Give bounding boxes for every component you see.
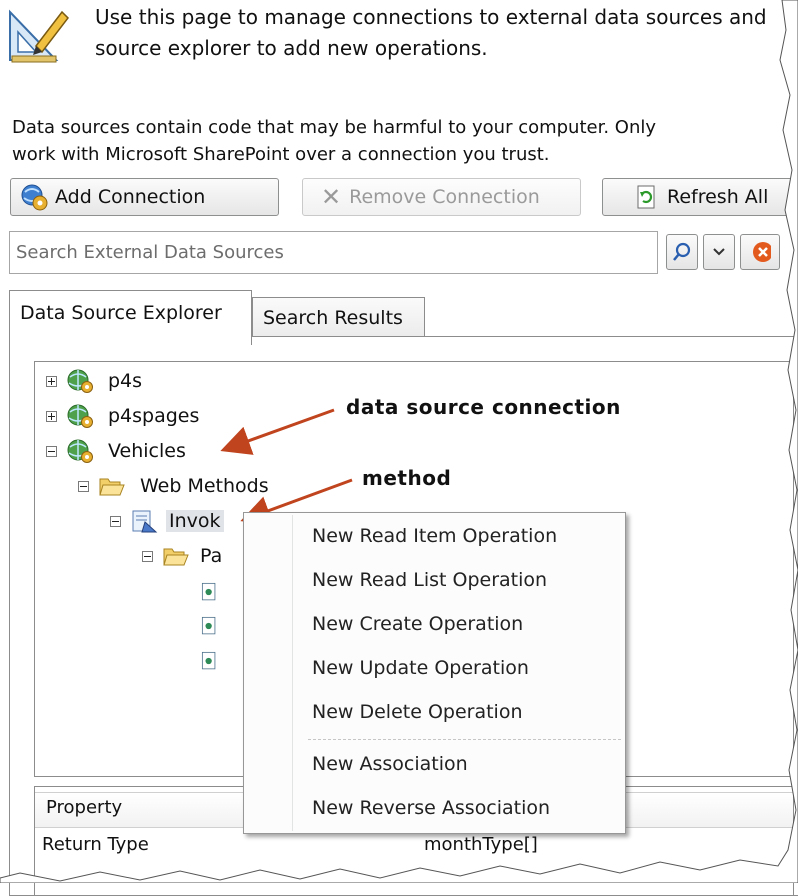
tree-node-label: Vehicles [108, 440, 186, 462]
tree-node-parameter[interactable] [200, 578, 236, 606]
annotation-method: method [362, 466, 452, 490]
menu-item-new-update-operation[interactable]: New Update Operation [312, 657, 529, 679]
tree-node-parameters[interactable]: Pa [142, 542, 222, 570]
folder-open-icon [99, 478, 125, 496]
tree-node-invoke[interactable]: Invok [110, 507, 224, 535]
document-icon [201, 582, 216, 601]
tree-node-label: p4s [108, 370, 143, 392]
remove-icon: ✕ [321, 183, 342, 211]
tree-node-web-methods[interactable]: Web Methods [78, 472, 269, 500]
collapse-icon[interactable] [46, 445, 57, 457]
expand-icon[interactable] [46, 410, 57, 422]
collapse-icon[interactable] [142, 550, 153, 562]
refresh-icon [637, 185, 655, 209]
tree-node-label: Web Methods [140, 475, 269, 497]
chevron-down-icon [713, 248, 725, 256]
refresh-all-label: Refresh All [667, 186, 769, 208]
tree-node-parameter[interactable] [200, 647, 236, 675]
clear-search-button[interactable] [740, 234, 780, 270]
document-icon [201, 651, 216, 670]
connection-add-icon [21, 184, 48, 211]
tree-node-label: Invok [166, 510, 224, 532]
annotation-connection: data source connection [346, 395, 621, 419]
context-menu: New Read Item Operation New Read List Op… [243, 512, 626, 834]
tree-node-label: Pa [200, 545, 223, 567]
menu-item-new-association[interactable]: New Association [312, 753, 468, 775]
security-warning: Data sources contain code that may be ha… [12, 117, 657, 165]
tree-node-parameter[interactable] [200, 612, 236, 640]
property-column-header: Property [46, 797, 123, 818]
document-icon [201, 616, 216, 635]
tab-search-results[interactable]: Search Results [252, 297, 425, 337]
globe-gear-icon [67, 404, 93, 428]
globe-gear-icon [67, 439, 93, 463]
globe-gear-icon [67, 369, 93, 393]
clear-icon [753, 242, 771, 262]
menu-item-new-delete-operation[interactable]: New Delete Operation [312, 701, 523, 723]
add-connection-label: Add Connection [55, 186, 206, 208]
search-button[interactable] [666, 234, 698, 270]
search-options-button[interactable] [703, 234, 735, 270]
add-connection-button[interactable]: Add Connection [10, 178, 279, 216]
tree-node-p4spages[interactable]: p4spages [46, 402, 199, 430]
collapse-icon[interactable] [78, 480, 89, 492]
menu-separator [308, 739, 621, 740]
ruler-pencil-icon [9, 9, 69, 63]
menu-item-new-reverse-association[interactable]: New Reverse Association [312, 797, 550, 819]
close-icon[interactable]: × [785, 128, 798, 152]
menu-item-new-read-item-operation[interactable]: New Read Item Operation [312, 525, 557, 547]
tree-node-label: p4spages [108, 405, 200, 427]
menu-gutter [292, 515, 293, 831]
tab-data-source-explorer[interactable]: Data Source Explorer [9, 290, 252, 345]
folder-open-icon [163, 548, 189, 566]
remove-connection-label: Remove Connection [349, 186, 540, 208]
refresh-all-button[interactable]: Refresh All [602, 178, 798, 216]
remove-connection-button[interactable]: ✕ Remove Connection [302, 178, 581, 216]
tree-node-vehicles[interactable]: Vehicles [46, 437, 186, 465]
search-input[interactable]: Search External Data Sources [9, 231, 658, 274]
menu-item-new-create-operation[interactable]: New Create Operation [312, 613, 523, 635]
tree-node-p4s[interactable]: p4s [46, 367, 142, 395]
menu-item-new-read-list-operation[interactable]: New Read List Operation [312, 569, 547, 591]
method-icon [132, 510, 158, 533]
intro-text: Use this page to manage connections to e… [95, 5, 767, 60]
search-icon [673, 242, 691, 261]
property-value: monthType[] [424, 834, 538, 855]
collapse-icon[interactable] [110, 515, 121, 527]
expand-icon[interactable] [46, 375, 57, 387]
property-name: Return Type [42, 834, 149, 855]
